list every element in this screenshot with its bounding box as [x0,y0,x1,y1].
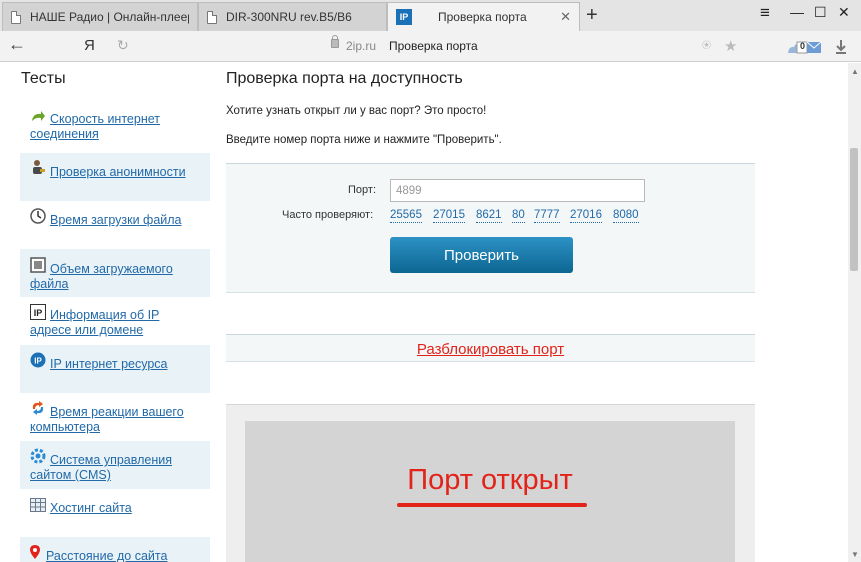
sidebar-item-hosting[interactable]: Хостинг сайта [20,489,210,537]
frequent-port-link[interactable]: 8621 [476,209,502,223]
page-viewport: Тесты Скорость интернет соединения Прове… [0,63,848,562]
ip-favicon-icon: IP [396,9,412,25]
frequent-port-link[interactable]: 25565 [390,209,422,223]
tab-title: НАШЕ Радио | Онлайн-плеер [30,10,189,24]
sidebar-item-label: Проверка анонимности [50,165,186,179]
maximize-button[interactable]: ☐ [814,4,827,21]
address-page-title[interactable]: Проверка порта [389,39,478,53]
scrollbar-thumb[interactable] [850,148,858,271]
tab-nashe-radio[interactable]: НАШЕ Радио | Онлайн-плеер [2,2,198,31]
sidebar-item-label: Время реакции вашего компьютера [30,405,184,434]
mail-count: 0 [800,41,806,51]
tab-title: DIR-300NRU rev.B5/B6 [226,10,352,24]
tab-bar: НАШЕ Радио | Онлайн-плеер DIR-300NRU rev… [0,0,861,31]
frequent-port-link[interactable]: 7777 [534,209,560,223]
sidebar-item-label: Хостинг сайта [50,501,132,515]
unblock-section: Разблокировать порт [226,334,755,362]
sidebar-item-speed[interactable]: Скорость интернет соединения [20,105,210,153]
sidebar-item-label: Расстояние до сайта [46,549,168,562]
sidebar-item-ip-info[interactable]: IP Информация об IP адресе или домене [20,297,210,345]
frequent-port-link[interactable]: 80 [512,209,525,223]
scroll-up-arrow-icon[interactable]: ▲ [851,67,859,76]
unblock-port-link[interactable]: Разблокировать порт [226,341,755,358]
port-label: Порт: [348,184,376,196]
scroll-down-arrow-icon[interactable]: ▼ [851,550,859,559]
menu-icon[interactable]: ≡ [760,3,770,23]
port-input[interactable] [390,179,645,202]
minimize-button[interactable]: — [790,4,804,20]
tab-dir-300[interactable]: DIR-300NRU rev.B5/B6 [198,2,387,31]
browser-toolbar: ← Я ↻ 2ip.ru Проверка порта ⍟ ★ 0 [0,31,861,62]
sidebar-title: Тесты [21,70,66,87]
bookmark-star-icon[interactable]: ★ [724,37,737,55]
tab-port-check[interactable]: IP Проверка порта ✕ [387,2,580,31]
instruction-text: Введите номер порта ниже и нажмите "Пров… [226,134,502,146]
sidebar-item-distance[interactable]: Расстояние до сайта [20,537,210,562]
new-tab-button[interactable]: + [586,4,598,27]
frequent-ports-label: Часто проверяют: [282,209,374,221]
check-port-button[interactable]: Проверить [390,237,573,273]
page-scrollbar[interactable]: ▲ ▼ [848,63,861,562]
status-underline [397,503,587,507]
frequent-port-link[interactable]: 8080 [613,209,639,223]
page-title: Проверка порта на доступность [226,70,463,87]
sidebar-item-label: Информация об IP адресе или домене [30,308,160,337]
reload-icon[interactable]: ↻ [117,37,129,54]
sidebar-item-label: Скорость интернет соединения [30,112,160,141]
frequent-port-link[interactable]: 27015 [433,209,465,223]
yandex-button[interactable]: Я [84,37,95,54]
close-window-button[interactable]: ✕ [838,4,850,21]
document-icon [11,10,21,24]
sidebar-item-label: IP интернет ресурса [50,357,168,371]
download-icon[interactable] [834,39,848,55]
address-domain[interactable]: 2ip.ru [346,39,376,53]
tab-close-icon[interactable]: ✕ [560,9,571,25]
result-panel: Порт открыт [245,421,735,562]
lock-icon [331,35,339,48]
sidebar-item-ip-resource[interactable]: IP IP интернет ресурса [20,345,210,393]
back-arrow-icon[interactable]: ← [8,34,26,55]
document-icon [207,10,217,24]
sidebar-item-label: Время загрузки файла [50,213,182,227]
sidebar-item-cms[interactable]: Система управления сайтом (CMS) [20,441,210,489]
sidebar-item-file-size[interactable]: Объем загружаемого файла [20,249,210,297]
sidebar-item-file-time[interactable]: Время загрузки файла [20,201,210,249]
sidebar-item-reaction-time[interactable]: Время реакции вашего компьютера [20,393,210,441]
result-section: Порт открыт [226,404,755,562]
sidebar-item-label: Система управления сайтом (CMS) [30,453,172,482]
tab-title: Проверка порта [438,10,527,24]
sidebar-item-label: Объем загружаемого файла [30,262,173,291]
sidebar-item-anonymity[interactable]: Проверка анонимности [20,153,210,201]
port-status-text: Порт открыт [407,464,573,496]
protect-shield-icon[interactable]: ⍟ [702,37,711,54]
intro-text: Хотите узнать открыт ли у вас порт? Это … [226,105,487,117]
frequent-port-link[interactable]: 27016 [570,209,602,223]
